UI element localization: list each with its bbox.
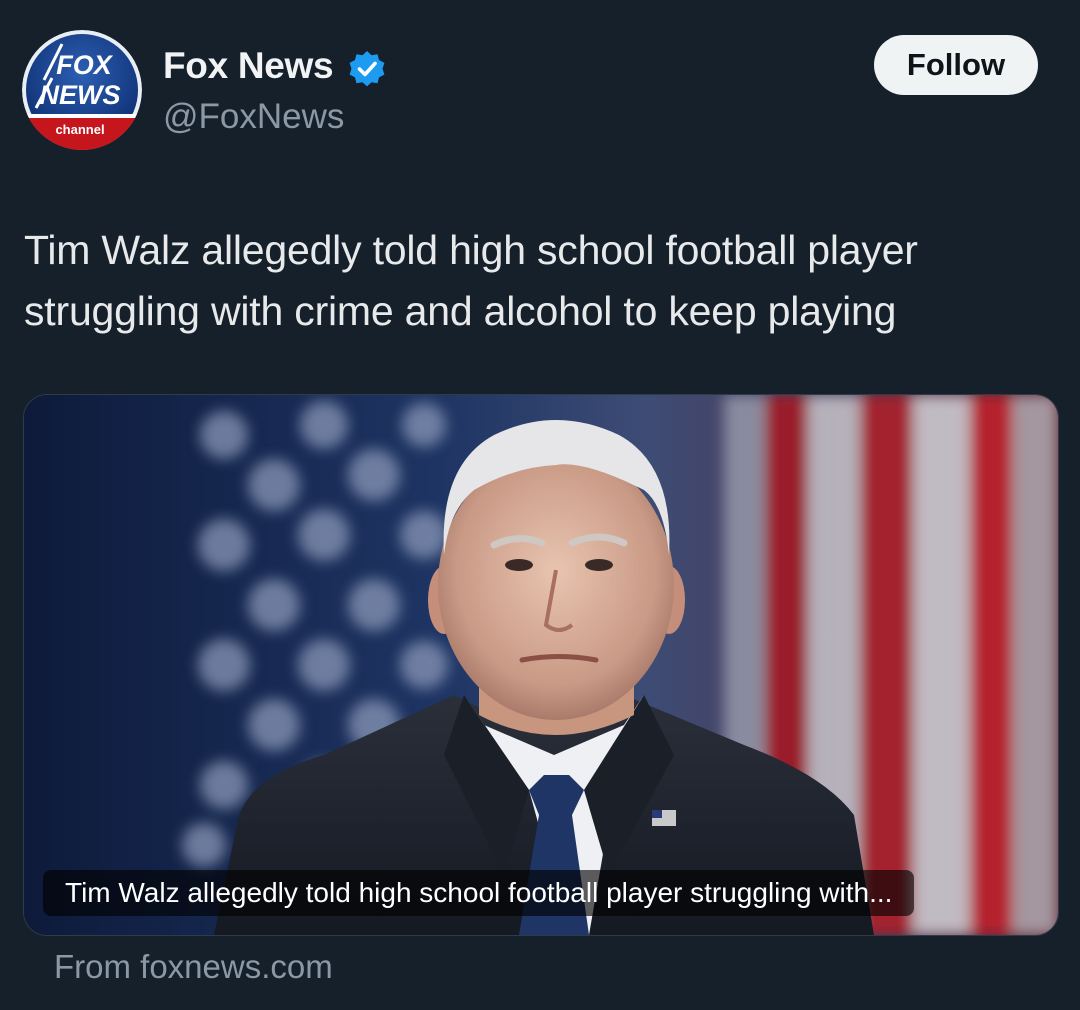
fox-news-avatar[interactable]: FOX NEWS channel <box>22 30 142 150</box>
svg-text:NEWS: NEWS <box>40 80 121 110</box>
fox-news-logo-icon: FOX NEWS channel <box>22 30 142 150</box>
author-handle[interactable]: @FoxNews <box>163 95 344 139</box>
link-card[interactable]: Tim Walz allegedly told high school foot… <box>23 394 1059 936</box>
tweet-post: FOX NEWS channel Fox News @FoxNews Follo… <box>0 0 1080 1010</box>
svg-text:channel: channel <box>55 122 104 137</box>
follow-button[interactable]: Follow <box>874 35 1038 95</box>
svg-text:FOX: FOX <box>56 50 113 80</box>
author-name[interactable]: Fox News <box>163 44 334 88</box>
card-source-link[interactable]: From foxnews.com <box>54 945 333 989</box>
card-photo <box>24 395 1058 935</box>
verified-badge-icon <box>349 51 385 87</box>
card-caption: Tim Walz allegedly told high school foot… <box>43 870 915 916</box>
tweet-text: Tim Walz allegedly told high school foot… <box>24 227 918 334</box>
